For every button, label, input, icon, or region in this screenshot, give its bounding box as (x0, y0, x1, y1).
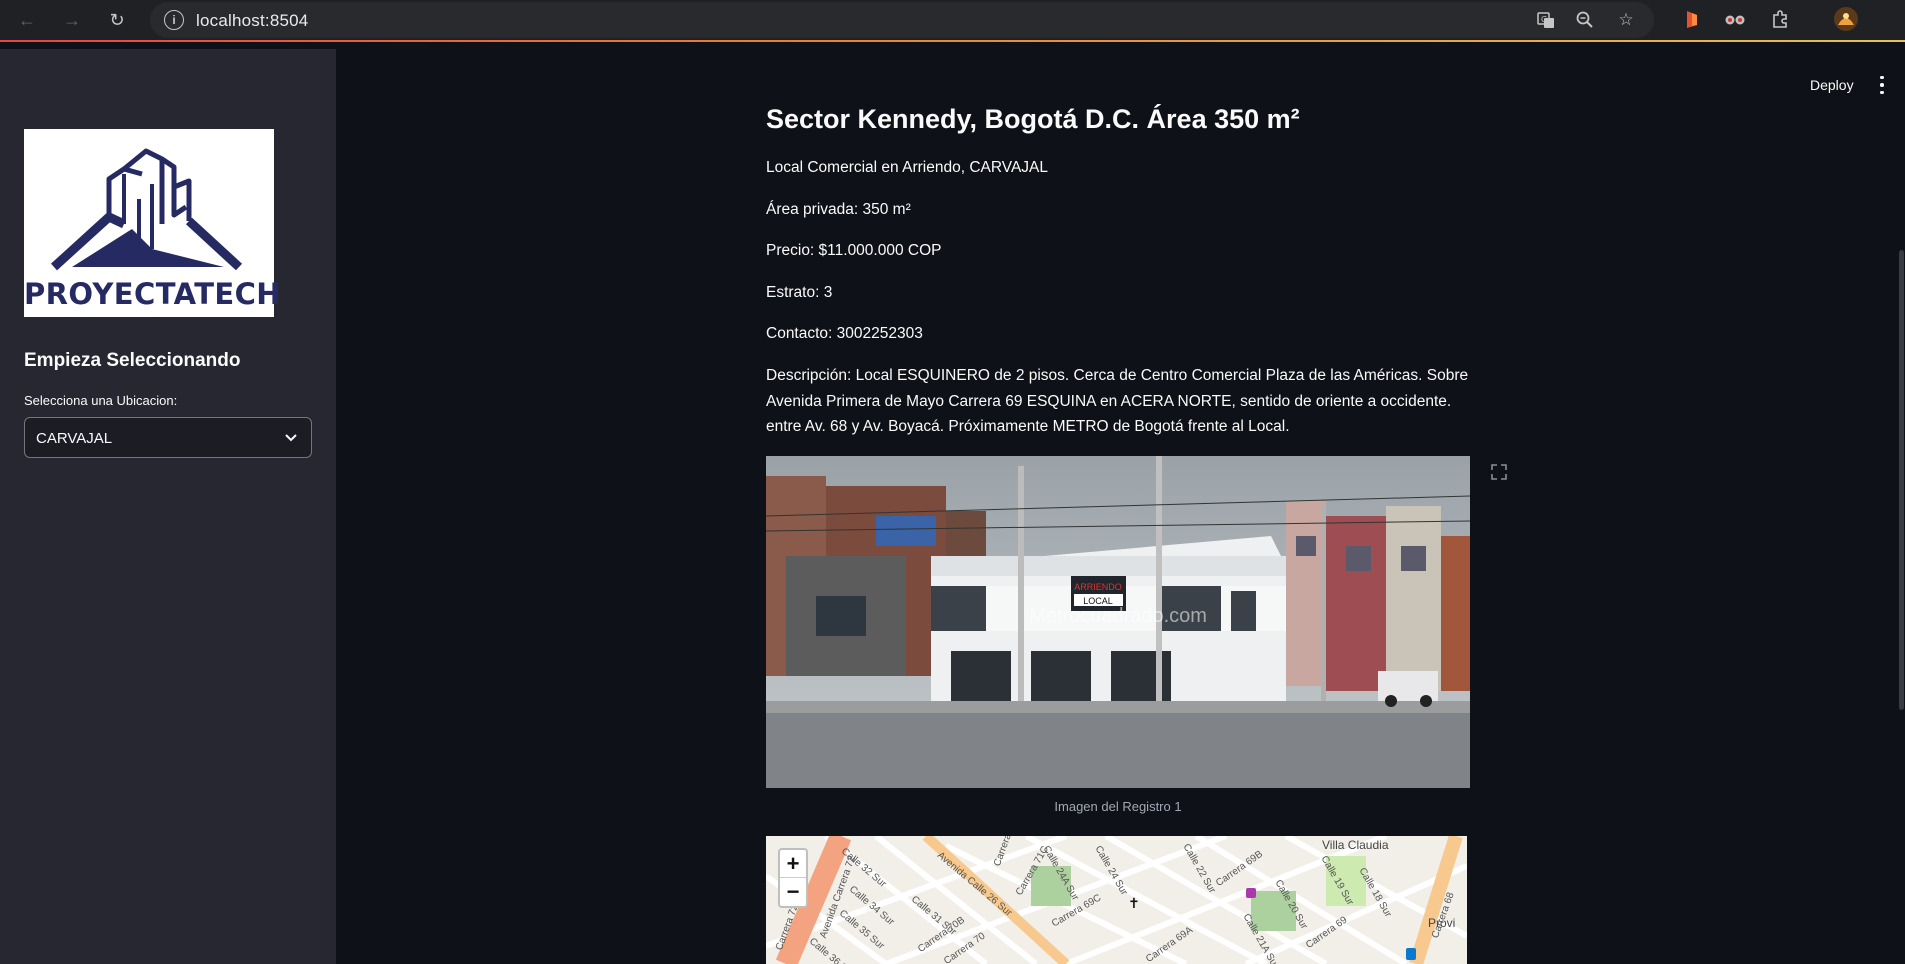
image-caption: Imagen del Registro 1 (1054, 799, 1182, 814)
listing-contact: Contacto: 3002252303 (766, 325, 923, 342)
photo-sign-arriendo: ARRIENDO (1074, 582, 1122, 592)
logo-buildings-icon (50, 148, 243, 271)
reload-icon[interactable]: ↻ (103, 6, 131, 34)
map-place-label: Villa Claudia (1322, 838, 1389, 852)
property-image: ARRIENDO LOCAL Metrocuadrado.com (766, 456, 1470, 788)
map-place-label: Provi (1428, 916, 1456, 930)
location-select-value[interactable]: CARVAJAL (36, 430, 112, 447)
photo-watermark: Metrocuadrado.com (1029, 605, 1207, 627)
streamlit-status-bar (0, 40, 1905, 49)
svg-text:G: G (1541, 15, 1547, 24)
extension-spy-icon[interactable] (1723, 7, 1747, 31)
map-zoom-in-button[interactable]: + (780, 850, 806, 878)
forward-arrow-icon[interactable]: → (58, 6, 86, 34)
sidebar: PROYECTATECH Empieza Seleccionando Selec… (0, 49, 336, 964)
listing-description: Descripción: Local ESQUINERO de 2 pisos.… (766, 367, 1469, 435)
deploy-button[interactable]: Deploy (1810, 77, 1854, 93)
listing-estrato: Estrato: 3 (766, 284, 833, 301)
profile-avatar-icon[interactable] (1834, 7, 1858, 31)
logo-wordmark: PROYECTATECH (24, 277, 281, 311)
listing-area: Área privada: 350 m² (766, 201, 911, 218)
extension-red-icon[interactable] (1680, 7, 1704, 31)
bookmark-star-icon[interactable]: ☆ (1615, 9, 1637, 31)
back-arrow-icon[interactable]: ← (13, 6, 41, 34)
url-text[interactable]: localhost:8504 (196, 11, 308, 31)
browser-toolbar: ← → ↻ i localhost:8504 G ☆ (0, 0, 1905, 40)
fullscreen-expand-icon[interactable] (1485, 458, 1513, 486)
proyectatech-logo: PROYECTATECH (24, 129, 281, 317)
listing-title: Sector Kennedy, Bogotá D.C. Área 350 m² (766, 104, 1300, 134)
location-map[interactable]: ✝ Avenida Carrera 72 Carrera 72J Calle 3… (766, 836, 1467, 964)
map-zoom-control: + − (778, 848, 808, 908)
scrollbar[interactable] (1899, 250, 1904, 710)
listing-type: Local Comercial en Arriendo, CARVAJAL (766, 159, 1049, 176)
sidebar-heading: Empieza Seleccionando (24, 350, 241, 371)
translate-icon[interactable]: G (1535, 9, 1557, 31)
map-zoom-out-button[interactable]: − (780, 878, 806, 906)
chevron-down-icon[interactable] (281, 427, 301, 447)
main-menu-icon[interactable] (1876, 74, 1888, 96)
site-info-icon[interactable]: i (164, 10, 184, 30)
zoom-icon[interactable] (1574, 9, 1596, 31)
listing-price: Precio: $11.000.000 COP (766, 242, 942, 259)
svg-text:✝: ✝ (1128, 896, 1140, 912)
location-select-label: Selecciona una Ubicacion: (24, 393, 178, 408)
location-select[interactable]: CARVAJAL (24, 417, 312, 458)
extensions-puzzle-icon[interactable] (1768, 7, 1792, 31)
address-bar[interactable]: i localhost:8504 G ☆ (150, 2, 1654, 38)
